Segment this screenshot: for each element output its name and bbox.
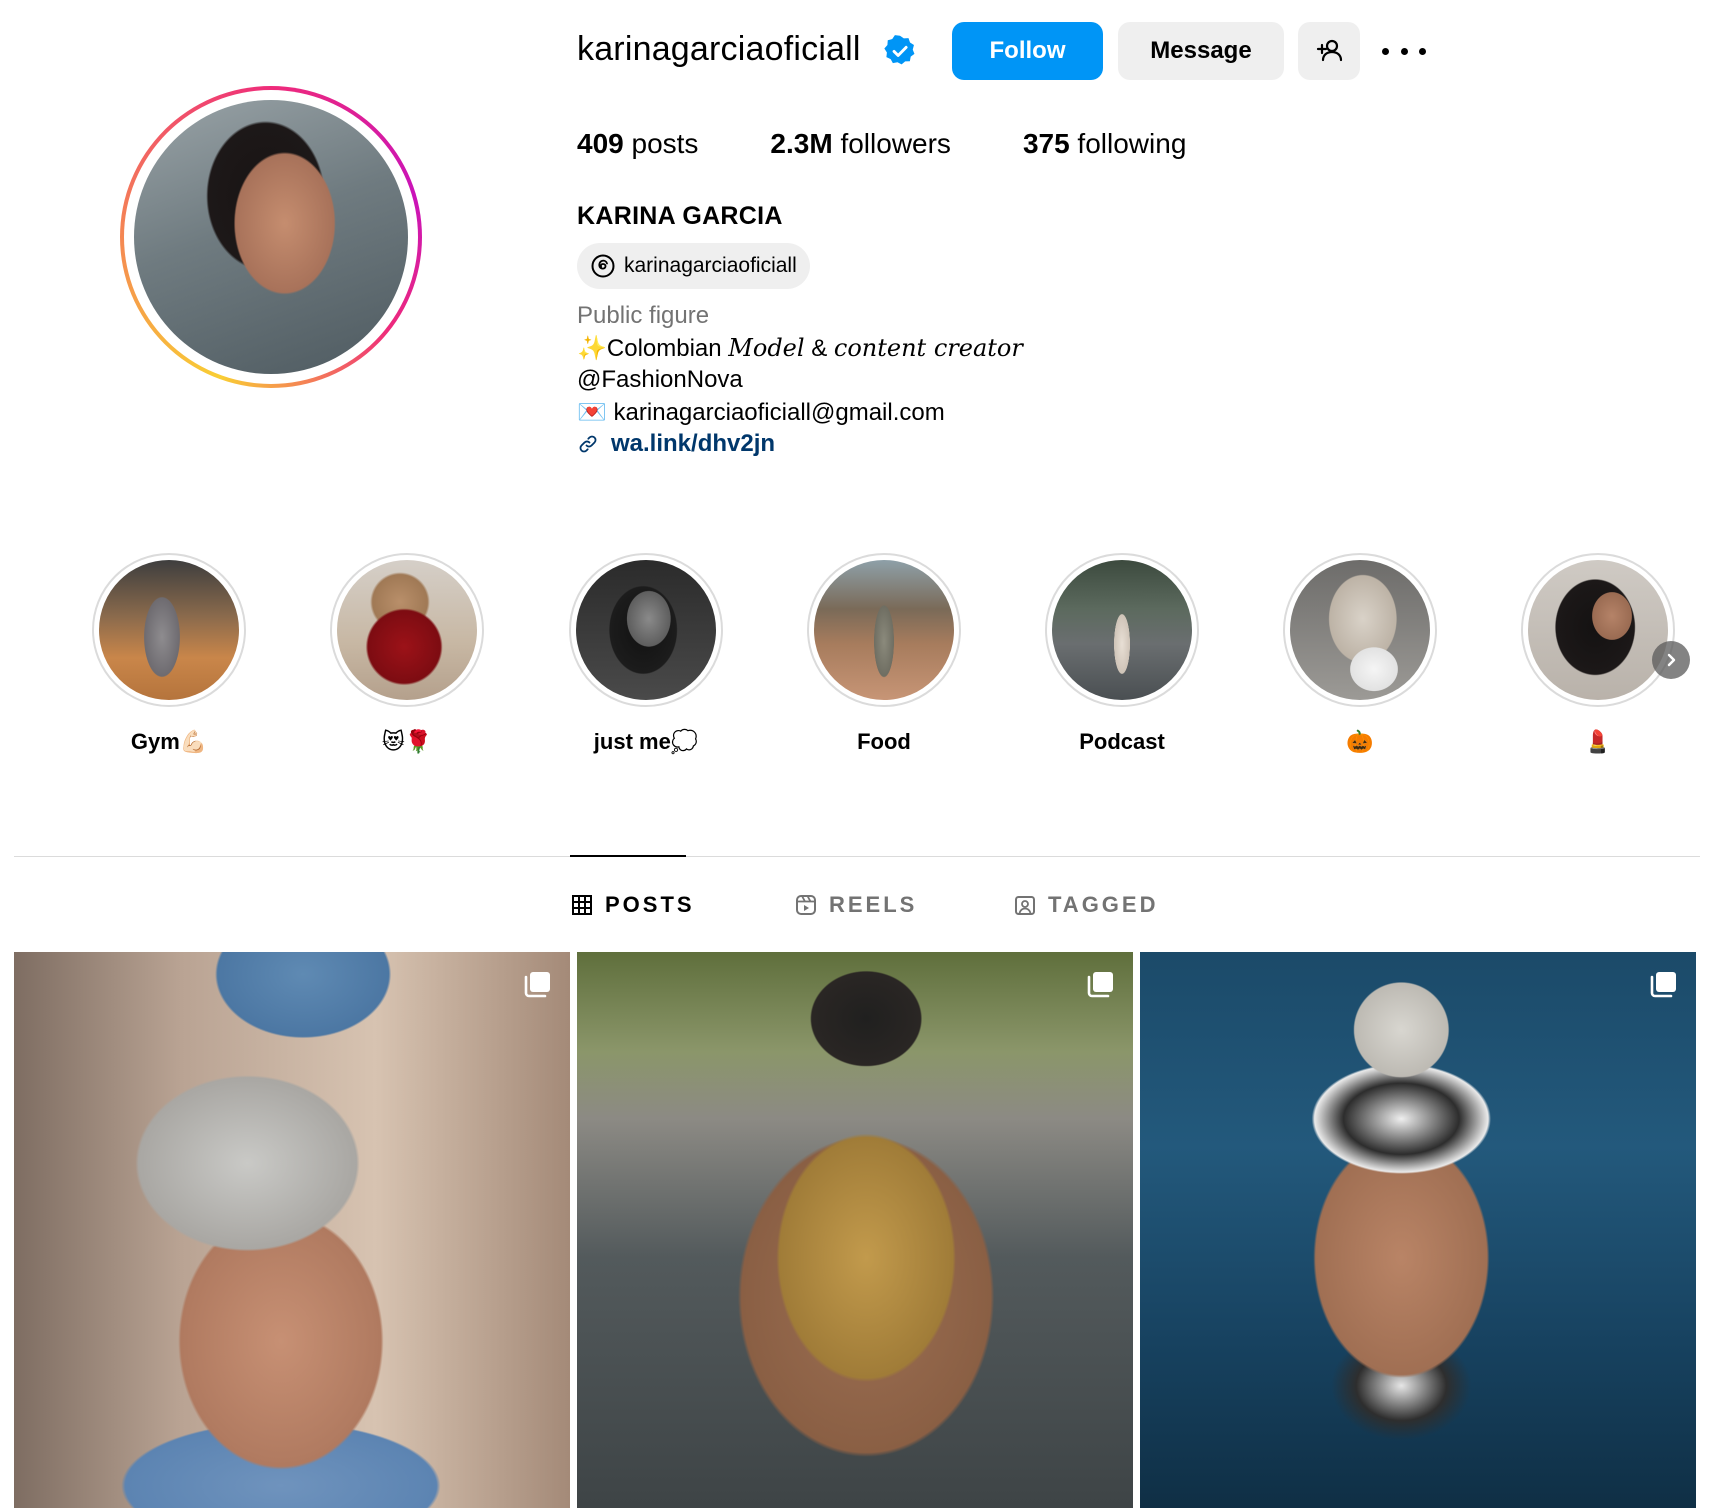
highlight-just-me[interactable]: just me💭 xyxy=(566,553,726,755)
carousel-icon xyxy=(1087,972,1113,998)
highlight-cover xyxy=(1052,560,1192,700)
highlight-label: 💄 xyxy=(1584,729,1612,754)
threads-icon xyxy=(591,254,615,278)
following-label: following xyxy=(1069,128,1187,159)
bio-text: Colombian xyxy=(606,335,729,362)
highlight-ring xyxy=(807,553,961,707)
tab-tagged[interactable]: TAGGED xyxy=(1014,892,1158,918)
threads-handle: karinagarciaoficiall xyxy=(624,254,797,277)
bio-line-1: ✨Colombian Model & content creator xyxy=(577,334,1023,363)
sparkles-emoji: ✨ xyxy=(577,335,607,362)
tagged-icon xyxy=(1015,896,1035,915)
message-button[interactable]: Message xyxy=(1118,22,1284,80)
tab-posts[interactable]: POSTS xyxy=(571,892,695,918)
bio-email: karinagarciaoficiall@gmail.com xyxy=(606,399,945,426)
active-tab-indicator xyxy=(570,855,686,857)
following-count: 375 xyxy=(1022,128,1070,159)
followers-count: 2.3M xyxy=(770,128,833,159)
highlight-cover xyxy=(337,560,477,700)
highlight-label: 🎃 xyxy=(1346,729,1374,754)
post-tile[interactable] xyxy=(1140,952,1696,1508)
posts-label: posts xyxy=(623,128,699,159)
category-label: Public figure xyxy=(577,302,710,329)
highlight-label: Gym💪🏻 xyxy=(130,729,208,754)
tab-reels[interactable]: REELS xyxy=(795,892,917,918)
bio-email-line: 💌 karinagarciaoficiall@gmail.com xyxy=(577,398,945,427)
highlight-2[interactable]: 😻🌹 xyxy=(327,553,487,755)
highlight-ring xyxy=(330,553,484,707)
bio-mention[interactable]: @FashionNova xyxy=(577,366,743,394)
follow-button[interactable]: Follow xyxy=(952,22,1103,80)
highlight-cover xyxy=(1290,560,1430,700)
highlight-gym[interactable]: Gym💪🏻 xyxy=(89,553,249,755)
tab-label: REELS xyxy=(829,892,918,917)
dot xyxy=(1419,47,1426,55)
bio-text: & xyxy=(804,335,834,362)
avatar-inner xyxy=(124,90,418,384)
highlight-label: Food xyxy=(857,729,911,754)
profile-stats: 409 posts 2.3M followers 375 following xyxy=(577,128,1258,160)
bio-link-row[interactable]: wa.link/dhv2jn xyxy=(577,430,775,458)
tab-label: TAGGED xyxy=(1048,892,1159,917)
followers-label: followers xyxy=(832,128,951,159)
highlight-cover xyxy=(576,560,716,700)
external-link[interactable]: wa.link/dhv2jn xyxy=(611,430,775,458)
carousel-icon xyxy=(524,972,550,998)
highlight-ring xyxy=(1521,553,1675,707)
highlight-podcast[interactable]: Podcast xyxy=(1042,553,1202,755)
tabs-divider xyxy=(14,856,1700,857)
carousel-icon xyxy=(1650,972,1676,998)
post-tile[interactable] xyxy=(577,952,1133,1508)
bio-text-italic: content creator xyxy=(833,334,1023,362)
reels-icon xyxy=(796,895,816,915)
avatar-photo xyxy=(134,100,408,374)
highlight-6[interactable]: 🎃 xyxy=(1280,553,1440,755)
dot xyxy=(1382,47,1389,55)
highlight-cover xyxy=(99,560,239,700)
highlights-next-button[interactable] xyxy=(1652,641,1690,679)
dot xyxy=(1400,47,1408,55)
highlight-label: just me💭 xyxy=(593,729,699,754)
profile-avatar[interactable] xyxy=(120,86,422,388)
suggested-accounts-button[interactable] xyxy=(1298,22,1360,80)
tab-label: POSTS xyxy=(605,892,695,917)
username: karinagarciaoficiall xyxy=(577,30,861,68)
verified-badge-icon xyxy=(884,35,915,65)
bio-text-italic: Model xyxy=(728,334,805,362)
highlight-cover xyxy=(1528,560,1668,700)
chevron-right-icon xyxy=(1667,653,1676,667)
highlight-cover xyxy=(814,560,954,700)
posts-stat: 409 posts xyxy=(577,128,698,160)
highlight-ring xyxy=(1045,553,1199,707)
highlight-ring xyxy=(1283,553,1437,707)
following-stat[interactable]: 375 following xyxy=(1023,128,1186,160)
post-tile[interactable] xyxy=(14,952,570,1508)
followers-stat[interactable]: 2.3M followers xyxy=(770,128,951,160)
more-options-icon[interactable] xyxy=(1382,34,1426,68)
highlight-food[interactable]: Food xyxy=(804,553,964,755)
highlight-ring xyxy=(92,553,246,707)
highlight-ring xyxy=(569,553,723,707)
add-user-icon xyxy=(1316,39,1343,62)
highlight-label: 😻🌹 xyxy=(381,729,433,754)
threads-link[interactable]: karinagarciaoficiall xyxy=(577,243,810,289)
love-letter-emoji: 💌 xyxy=(577,399,607,426)
highlight-label: Podcast xyxy=(1079,729,1165,754)
posts-count: 409 xyxy=(577,128,624,159)
full-name: KARINA GARCIA xyxy=(577,202,783,230)
link-icon xyxy=(579,435,597,453)
grid-icon xyxy=(572,895,592,915)
